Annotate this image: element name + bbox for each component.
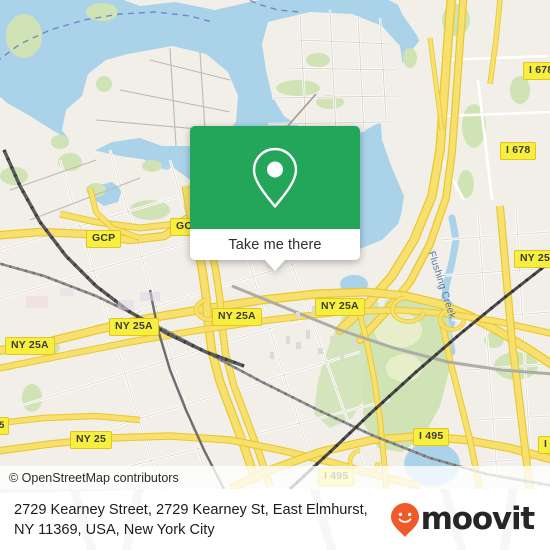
road-shield: I 678 <box>500 142 537 160</box>
road-shield: NY 25 <box>70 431 112 449</box>
moovit-wordmark: moovit <box>420 501 536 537</box>
map-canvas[interactable]: I 678 I 678 GCP GCP NY 25A NY 25A NY 25A… <box>0 0 550 489</box>
road-shield: NY 25A <box>109 318 159 336</box>
road-shield: NY 25A <box>315 298 365 316</box>
road-shield: I 495 <box>538 436 550 454</box>
footer-bar: 2729 Kearney Street, 2729 Kearney St, Ea… <box>0 489 550 550</box>
road-shield: NY 25A <box>514 250 550 268</box>
map-screenshot-page: I 678 I 678 GCP GCP NY 25A NY 25A NY 25A… <box>0 0 550 550</box>
road-shield: I 678 <box>523 62 550 80</box>
map-pin-icon <box>252 147 298 208</box>
moovit-logo: moovit <box>390 502 550 538</box>
popup-action-bar[interactable]: Take me there <box>190 229 360 271</box>
popup-pointer-triangle <box>264 259 286 271</box>
map-attribution-bar: © OpenStreetMap contributors <box>0 466 550 489</box>
address-text: 2729 Kearney Street, 2729 Kearney St, Ea… <box>14 501 368 538</box>
road-shield: NY 25A <box>5 337 55 355</box>
take-me-there-label: Take me there <box>228 236 322 253</box>
road-shield: I 495 <box>413 428 450 446</box>
road-shield: NY 25A <box>212 308 262 326</box>
map-popup-card[interactable]: Take me there <box>190 126 360 271</box>
popup-icon-panel <box>190 126 360 229</box>
road-shield: GCP <box>86 230 122 248</box>
road-shield: 5 <box>0 417 10 435</box>
attribution-text: © OpenStreetMap contributors <box>9 470 179 485</box>
moovit-smiley-pin-icon <box>390 502 419 537</box>
